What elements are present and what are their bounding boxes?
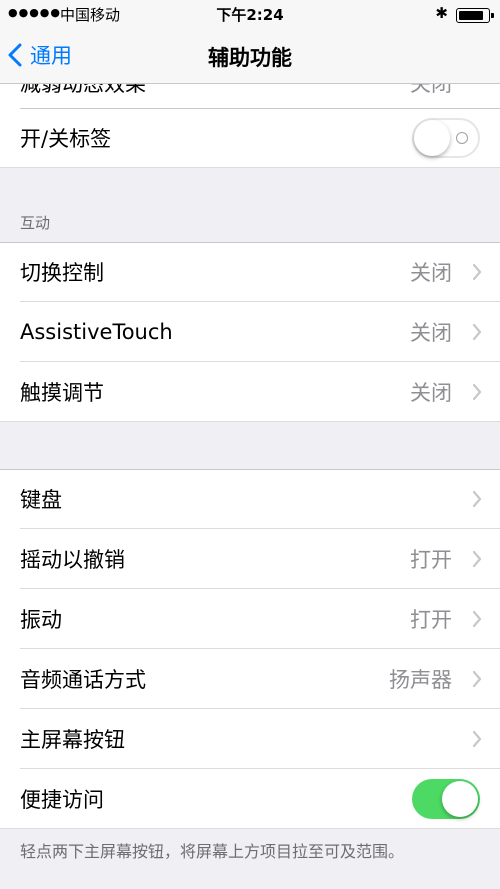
page-title: 辅助功能 [208, 46, 292, 70]
list-item-home-button[interactable]: 主屏幕按钮 [0, 709, 500, 769]
list-item-vibration[interactable]: 振动 打开 [0, 589, 500, 649]
row-label: 键盘 [20, 488, 62, 512]
toggle-off-indicator-icon [456, 132, 468, 144]
reachability-toggle[interactable] [412, 779, 480, 819]
on-off-labels-row: 开/关标签 [0, 108, 500, 168]
row-value: 关闭 [410, 321, 452, 345]
reachability-label: 便捷访问 [20, 788, 104, 812]
row-label: 摇动以撤销 [20, 548, 125, 572]
bluetooth-icon: ✱ [435, 4, 448, 22]
toggle-knob [414, 120, 450, 156]
battery-icon [456, 8, 494, 23]
chevron-right-icon [472, 263, 482, 281]
reachability-row: 便捷访问 [0, 769, 500, 829]
list-item-switch-control[interactable]: 切换控制 关闭 [0, 242, 500, 302]
status-bar: ●●●●● 中国移动 下午2:24 ✱ [0, 0, 500, 30]
chevron-right-icon [472, 383, 482, 401]
row-label: 振动 [20, 608, 62, 632]
chevron-right-icon [472, 323, 482, 341]
navigation-bar: 通用 辅助功能 [0, 30, 500, 84]
chevron-right-icon [472, 490, 482, 508]
row-label: 切换控制 [20, 261, 104, 285]
list-item-clipped[interactable]: 减弱动态效果 关闭 [0, 84, 500, 108]
chevron-right-icon [472, 730, 482, 748]
on-off-labels-toggle[interactable] [412, 118, 480, 158]
row-value: 打开 [410, 548, 452, 572]
chevron-right-icon [472, 550, 482, 568]
row-label: AssistiveTouch [20, 320, 173, 344]
row-label: 触摸调节 [20, 381, 104, 405]
list-item-keyboard[interactable]: 键盘 [0, 469, 500, 529]
reachability-footer-note: 轻点两下主屏幕按钮，将屏幕上方项目拉至可及范围。 [20, 842, 405, 861]
clipped-row-label: 减弱动态效果 [20, 84, 146, 96]
chevron-right-icon [472, 670, 482, 688]
row-value: 关闭 [410, 381, 452, 405]
row-value: 打开 [410, 608, 452, 632]
row-value: 关闭 [410, 261, 452, 285]
row-label: 音频通话方式 [20, 668, 146, 692]
row-label: 主屏幕按钮 [20, 728, 125, 752]
list-item-assistivetouch[interactable]: AssistiveTouch 关闭 [0, 302, 500, 362]
on-off-labels-label: 开/关标签 [20, 127, 112, 151]
list-item-call-audio-routing[interactable]: 音频通话方式 扬声器 [0, 649, 500, 709]
chevron-right-icon [472, 610, 482, 628]
list-item-shake-to-undo[interactable]: 摇动以撤销 打开 [0, 529, 500, 589]
row-value: 扬声器 [389, 668, 452, 692]
section-header-interaction: 互动 [20, 214, 51, 232]
clipped-row-value: 关闭 [410, 84, 452, 96]
toggle-knob [442, 781, 478, 817]
list-item-touch-accommodations[interactable]: 触摸调节 关闭 [0, 362, 500, 422]
status-time: 下午2:24 [216, 6, 284, 24]
